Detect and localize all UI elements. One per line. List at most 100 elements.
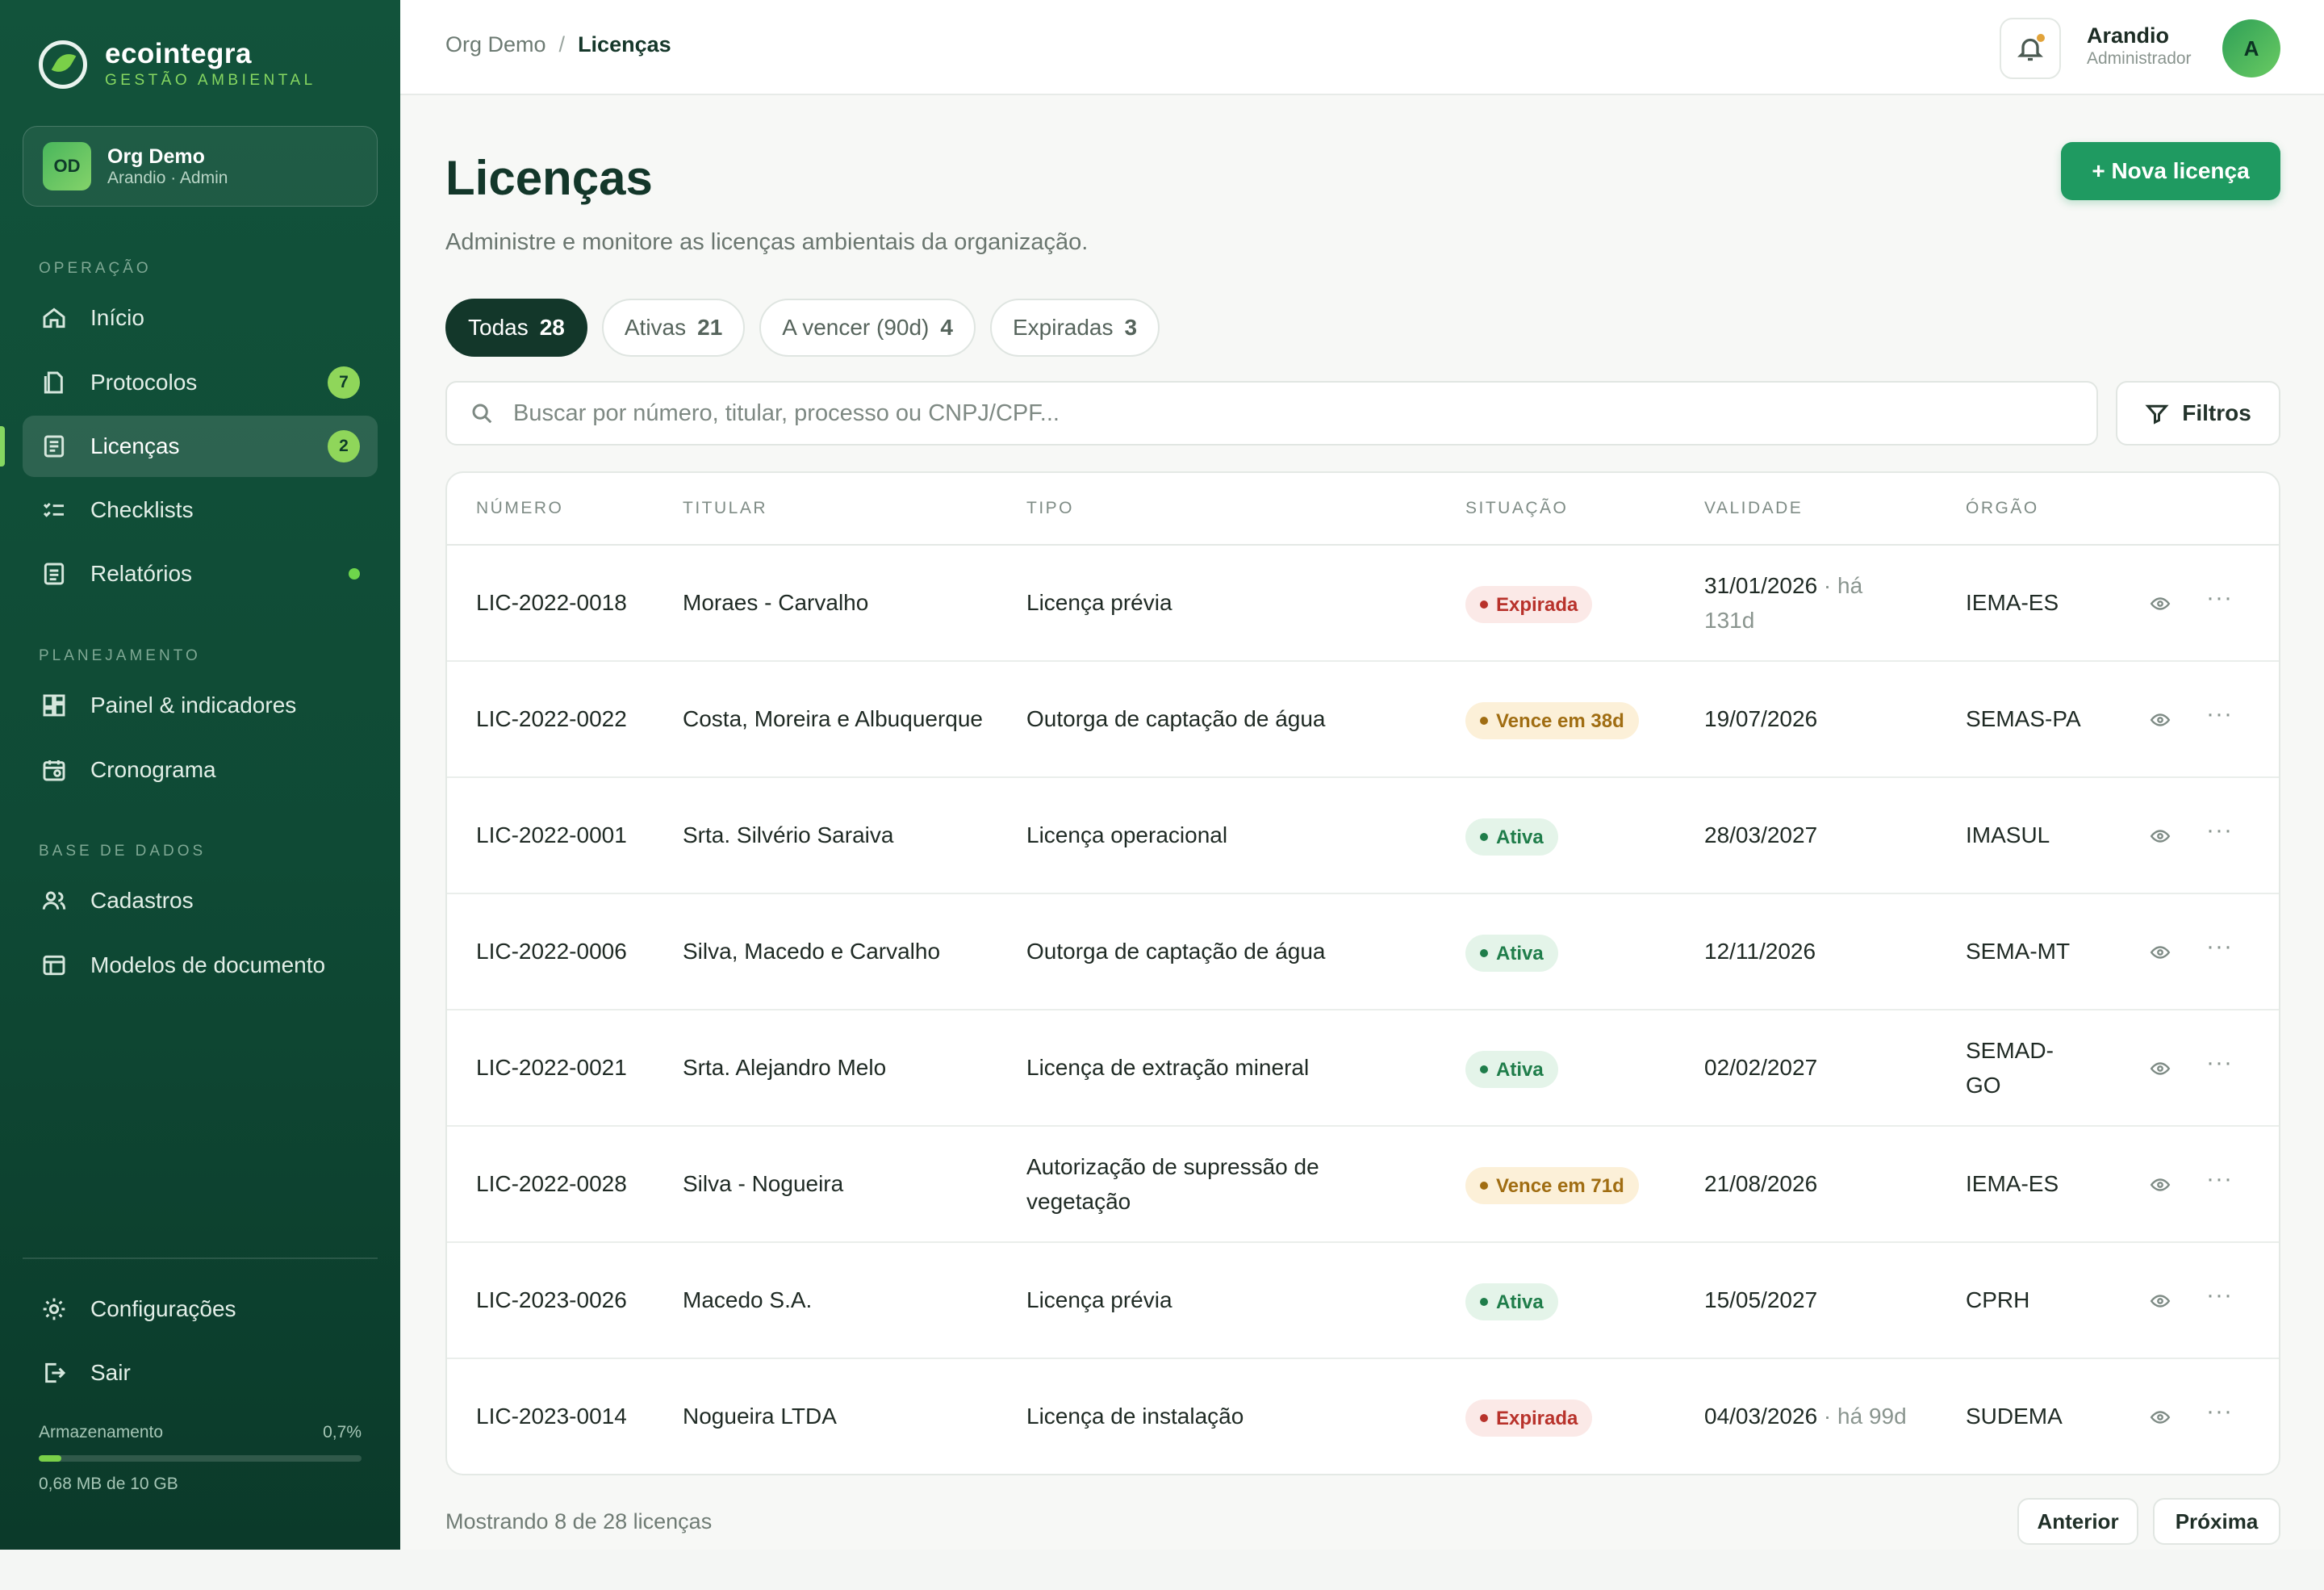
column-orgao[interactable]: ÓRGÃO <box>1966 499 2039 518</box>
view-button[interactable] <box>2150 593 2171 614</box>
dashboard-icon <box>40 692 68 719</box>
view-button[interactable] <box>2150 826 2171 847</box>
agency: SEMA-MT <box>1966 939 2071 964</box>
sidebar-item-cronograma[interactable]: Cronograma <box>23 739 378 801</box>
more-actions-button[interactable]: ··· <box>2206 584 2233 612</box>
license-holder: Costa, Moreira e Albuquerque <box>683 706 983 731</box>
table-row[interactable]: LIC-2022-0021 Srta. Alejandro Melo Licença… <box>447 1010 2279 1127</box>
sidebar-item-painel[interactable]: Painel & indicadores <box>23 675 378 736</box>
column-titular[interactable]: TITULAR <box>683 499 767 518</box>
sidebar-item-modelos[interactable]: Modelos de documento <box>23 935 378 996</box>
avatar[interactable]: A <box>2222 19 2280 77</box>
org-avatar: OD <box>43 142 91 190</box>
status-badge: Ativa <box>1465 1283 1558 1320</box>
more-actions-button[interactable]: ··· <box>2206 1398 2233 1425</box>
license-type: Licença prévia <box>1026 1287 1172 1312</box>
view-button[interactable] <box>2150 1291 2171 1312</box>
table-row[interactable]: LIC-2023-0014 Nogueira LTDA Licença de ins… <box>447 1359 2279 1474</box>
license-number[interactable]: LIC-2022-0018 <box>476 585 637 620</box>
sidebar-item-protocolos[interactable]: Protocolos 7 <box>23 352 378 413</box>
org-name: Org Demo <box>107 145 205 168</box>
column-numero[interactable]: NÚMERO <box>476 499 563 518</box>
sidebar-item-label: Protocolos <box>90 370 198 395</box>
license-number[interactable]: LIC-2022-0001 <box>476 818 637 852</box>
table-row[interactable]: LIC-2022-0028 Silva - Nogueira Autorização… <box>447 1127 2279 1243</box>
status-tabs: Todas 28 Ativas 21 A vencer (90d) 4 Expirad… <box>445 299 1174 357</box>
license-number[interactable]: LIC-2022-0006 <box>476 934 637 969</box>
status-badge: Ativa <box>1465 818 1558 856</box>
search-input[interactable] <box>513 400 2046 427</box>
org-switcher[interactable]: OD Org Demo Arandio · Admin <box>23 126 378 207</box>
status-badge: Expirada <box>1465 586 1593 623</box>
sidebar-item-checklists[interactable]: Checklists <box>23 479 378 541</box>
license-number[interactable]: LIC-2023-0014 <box>476 1399 637 1433</box>
status-cell: Vence em 71d <box>1465 1165 1639 1204</box>
license-number[interactable]: LIC-2023-0026 <box>476 1282 637 1317</box>
page-subtitle: Administre e monitore as licenças ambien… <box>445 229 1089 255</box>
column-validade[interactable]: VALIDADE <box>1704 499 1803 518</box>
breadcrumb-current: Licenças <box>578 32 671 56</box>
sidebar-item-label: Sair <box>90 1360 131 1385</box>
validity-elapsed: · há 99d <box>1817 1404 1907 1429</box>
license-number[interactable]: LIC-2022-0021 <box>476 1050 637 1085</box>
sidebar-item-relatorios[interactable]: Relatórios <box>23 543 378 605</box>
license-type: Licença operacional <box>1026 822 1228 847</box>
user-menu[interactable]: Arandio Administrador <box>2087 23 2192 69</box>
sidebar-item-label: Configurações <box>90 1296 236 1321</box>
table-header: NÚMERO TITULAR TIPO SITUAÇÃO VALIDADE ÓR… <box>447 473 2279 546</box>
brand[interactable]: ecointegra GESTÃO AMBIENTAL <box>39 39 316 90</box>
sidebar: ecointegra GESTÃO AMBIENTAL OD Org Demo … <box>0 0 400 1550</box>
status-badge: Vence em 38d <box>1465 702 1639 739</box>
gear-icon <box>40 1295 68 1323</box>
agency: IEMA-ES <box>1966 1171 2059 1196</box>
breadcrumb-root[interactable]: Org Demo <box>445 32 546 56</box>
new-license-button[interactable]: + Nova licença <box>2061 142 2280 200</box>
sidebar-item-cadastros[interactable]: Cadastros <box>23 870 378 931</box>
table-row[interactable]: LIC-2022-0022 Costa, Moreira e Albuquerqu… <box>447 662 2279 778</box>
document-icon <box>40 369 68 396</box>
table-row[interactable]: LIC-2022-0006 Silva, Macedo e Carvalho Out… <box>447 894 2279 1010</box>
sidebar-item-licencas[interactable]: Licenças 2 <box>23 416 378 477</box>
status-badge: Ativa <box>1465 935 1558 972</box>
tab-todas[interactable]: Todas 28 <box>445 299 587 357</box>
tab-expiradas[interactable]: Expiradas 3 <box>989 299 1160 357</box>
more-actions-button[interactable]: ··· <box>2206 1282 2233 1309</box>
brand-name: ecointegra <box>105 38 252 69</box>
tab-ativas[interactable]: Ativas 21 <box>601 299 746 357</box>
tab-count: 4 <box>940 315 953 340</box>
more-actions-button[interactable]: ··· <box>2206 933 2233 960</box>
more-actions-button[interactable]: ··· <box>2206 701 2233 728</box>
sidebar-item-configuracoes[interactable]: Configurações <box>23 1278 378 1340</box>
license-number[interactable]: LIC-2022-0022 <box>476 701 637 736</box>
search-icon <box>472 404 492 424</box>
column-situacao[interactable]: SITUAÇÃO <box>1465 499 1568 518</box>
validity-date: 15/05/2027 <box>1704 1287 1818 1312</box>
table-row[interactable]: LIC-2023-0026 Macedo S.A. Licença prévia At… <box>447 1243 2279 1359</box>
view-button[interactable] <box>2150 1407 2171 1428</box>
previous-page-button[interactable]: Anterior <box>2017 1498 2138 1545</box>
view-button[interactable] <box>2150 942 2171 963</box>
tab-a-vencer[interactable]: A vencer (90d) 4 <box>759 299 976 357</box>
validity: 28/03/2027 <box>1704 818 1914 852</box>
status-badge: Vence em 71d <box>1465 1167 1639 1204</box>
table-row[interactable]: LIC-2022-0018 Moraes - Carvalho Licença pr… <box>447 546 2279 662</box>
filters-button[interactable]: Filtros <box>2116 381 2280 446</box>
license-number[interactable]: LIC-2022-0028 <box>476 1166 637 1201</box>
notifications-button[interactable] <box>2000 18 2061 79</box>
sidebar-item-sair[interactable]: Sair <box>23 1342 378 1404</box>
view-button[interactable] <box>2150 1058 2171 1079</box>
column-tipo[interactable]: TIPO <box>1026 499 1074 518</box>
sidebar-item-inicio[interactable]: Início <box>23 287 378 349</box>
next-page-button[interactable]: Próxima <box>2153 1498 2280 1545</box>
view-button[interactable] <box>2150 1174 2171 1195</box>
view-button[interactable] <box>2150 709 2171 730</box>
more-actions-button[interactable]: ··· <box>2206 817 2233 844</box>
storage-title: Armazenamento <box>39 1423 164 1441</box>
license-type: Autorização de supressão de vegetação <box>1026 1154 1319 1214</box>
more-actions-button[interactable]: ··· <box>2206 1049 2233 1077</box>
more-actions-button[interactable]: ··· <box>2206 1165 2233 1193</box>
table-row[interactable]: LIC-2022-0001 Srta. Silvério Saraiva Licen… <box>447 778 2279 894</box>
validity-date: 21/08/2026 <box>1704 1171 1818 1196</box>
calendar-icon <box>40 756 68 784</box>
validity: 15/05/2027 <box>1704 1282 1914 1317</box>
